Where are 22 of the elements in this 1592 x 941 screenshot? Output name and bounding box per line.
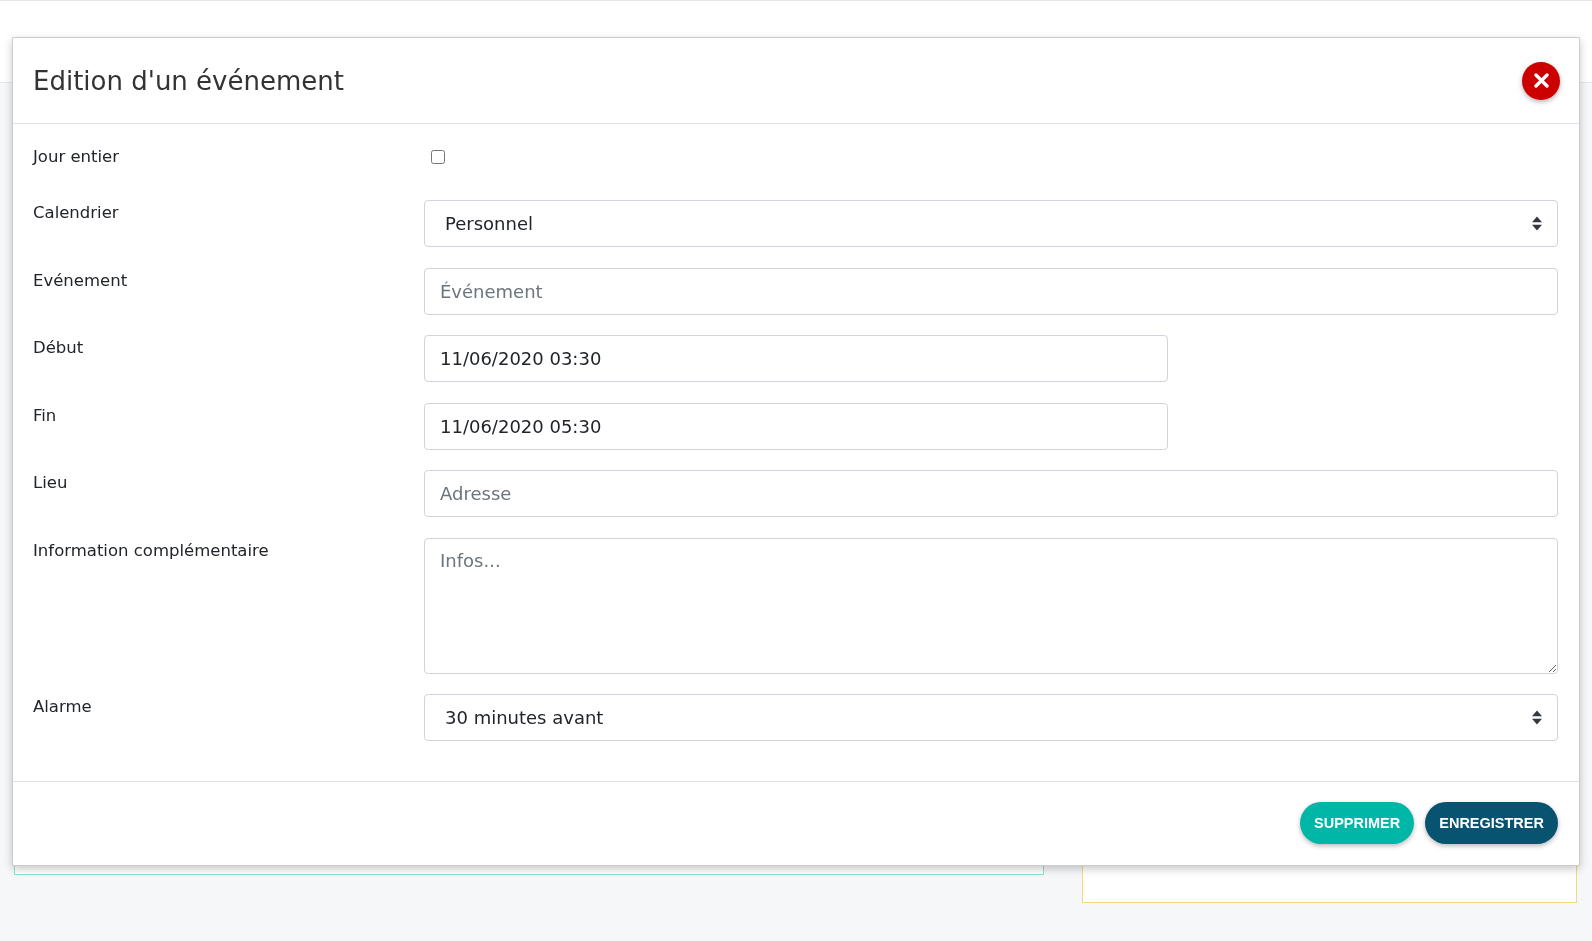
up-down-caret-icon — [1532, 710, 1542, 725]
text-field[interactable]: Événement — [424, 267, 1558, 315]
dropdown[interactable]: Personnel — [424, 200, 1558, 247]
field-label: Alarme — [33, 696, 93, 718]
field-label: Evénement — [33, 269, 129, 292]
text-area[interactable]: Infos... — [424, 537, 1558, 674]
field-label: Début — [33, 337, 85, 359]
checkbox[interactable] — [431, 150, 445, 164]
field-label: Information complémentaire — [33, 539, 270, 562]
dropdown[interactable]: 30 minutes avant — [424, 694, 1558, 741]
field-label: Jour entier — [33, 146, 121, 168]
save-button[interactable]: ENREGISTRER — [1425, 801, 1558, 844]
close-button[interactable] — [1522, 61, 1560, 100]
close-icon — [1533, 73, 1549, 88]
date-time-field[interactable]: 11/06/2020 05:30 — [424, 402, 1168, 450]
field-label: Calendrier — [33, 202, 120, 224]
up-down-caret-icon — [1532, 216, 1542, 231]
field-label: Lieu — [33, 472, 69, 494]
date-time-field[interactable]: 11/06/2020 03:30 — [424, 335, 1168, 382]
text-field[interactable]: Adresse — [424, 470, 1558, 517]
field-label: Fin — [33, 404, 58, 427]
dialog-title: Edition d'un événement — [33, 64, 344, 98]
